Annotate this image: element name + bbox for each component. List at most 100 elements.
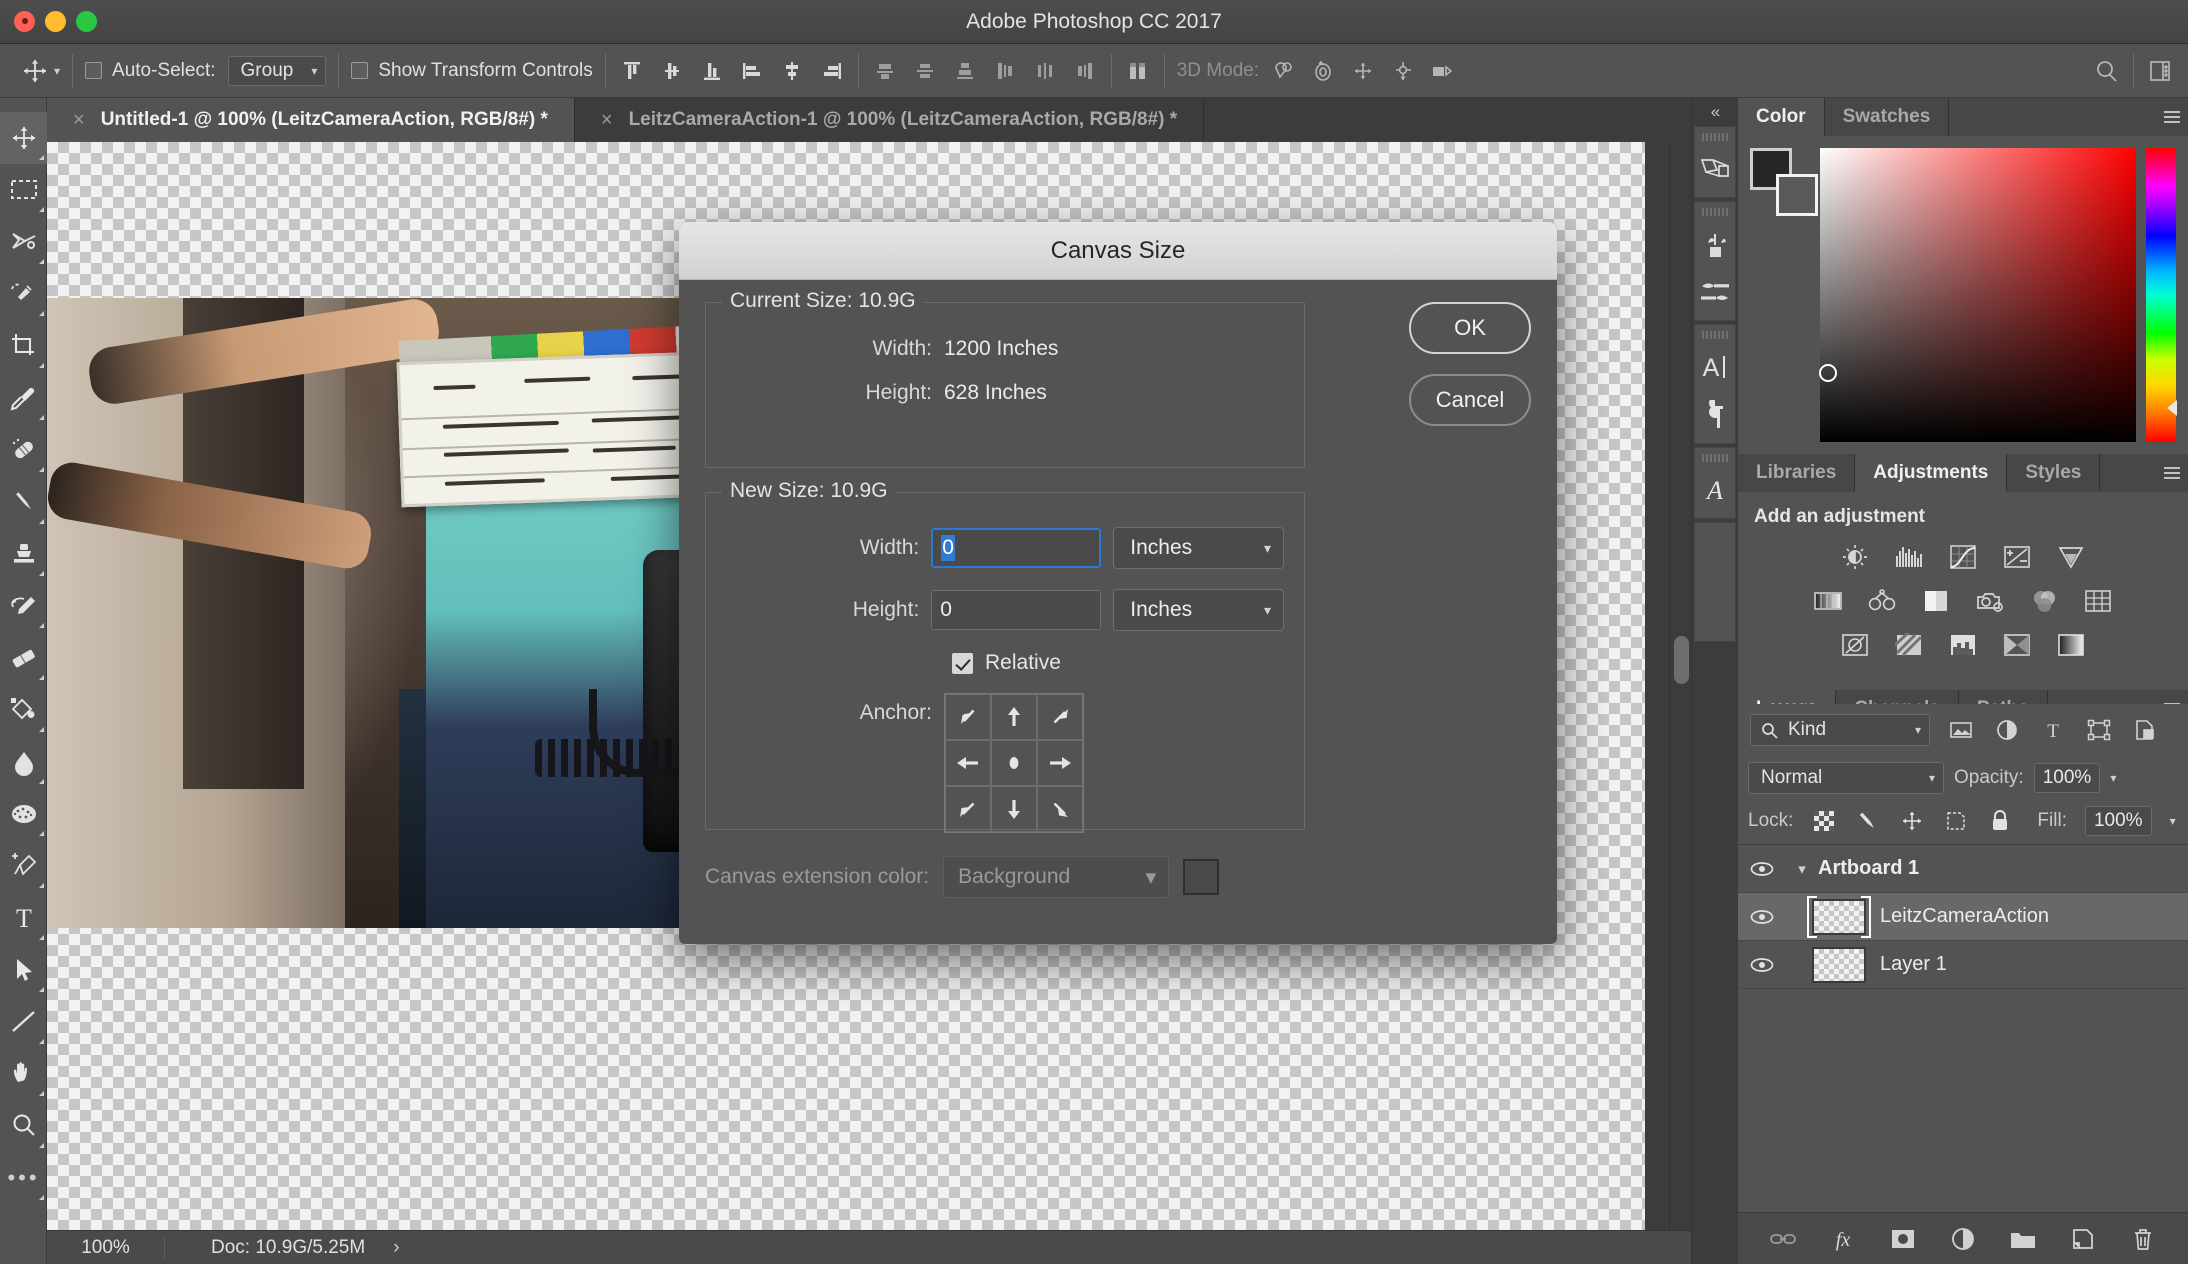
zoom-level[interactable]: 100% (47, 1236, 165, 1259)
lock-artboard-nesting-icon[interactable] (1943, 808, 1969, 834)
curves-icon[interactable] (1946, 542, 1980, 572)
glyphs-panel-icon[interactable]: A (1695, 470, 1735, 510)
delete-layer-icon[interactable] (2128, 1224, 2158, 1254)
drag-handle[interactable] (1702, 454, 1728, 462)
lock-image-pixels-icon[interactable] (1855, 808, 1881, 834)
3d-panel-icon[interactable] (1695, 149, 1735, 189)
tab-color[interactable]: Color (1738, 98, 1825, 136)
close-icon[interactable]: × (73, 109, 85, 132)
auto-select-scope-dropdown[interactable]: Group ▾ (227, 55, 327, 86)
tab-adjustments[interactable]: Adjustments (1855, 454, 2008, 492)
panel-menu-icon[interactable] (2164, 467, 2180, 479)
channel-mixer-icon[interactable] (2027, 586, 2061, 616)
align-bottom-edges-icon[interactable] (698, 57, 726, 85)
distribute-vertical-centers-icon[interactable] (911, 57, 939, 85)
lock-transparent-pixels-icon[interactable] (1811, 808, 1837, 834)
filter-shape-icon[interactable] (2084, 717, 2114, 743)
color-balance-icon[interactable] (1865, 586, 1899, 616)
active-tool-move-icon[interactable] (16, 58, 54, 84)
tool-clone-stamp[interactable] (0, 528, 47, 580)
tool-zoom[interactable] (0, 1100, 47, 1152)
threshold-icon[interactable] (1946, 630, 1980, 660)
tool-quick-selection[interactable] (0, 268, 47, 320)
tab-styles[interactable]: Styles (2007, 454, 2101, 492)
anchor-center-dot-icon[interactable] (991, 740, 1037, 786)
expand-group-chevron-down-icon[interactable]: ▾ (1786, 860, 1818, 878)
close-icon[interactable]: × (601, 109, 613, 132)
arrow-down-left-icon[interactable] (945, 786, 991, 832)
blend-mode-dropdown[interactable]: Normal ▾ (1748, 762, 1944, 794)
photo-filter-icon[interactable] (1973, 586, 2007, 616)
show-transform-controls-checkbox[interactable] (351, 62, 369, 79)
brush-presets-icon[interactable] (1695, 224, 1735, 264)
distribute-left-edges-icon[interactable] (991, 57, 1019, 85)
canvas-extension-color-swatch[interactable] (1183, 859, 1220, 895)
vibrance-icon[interactable] (2054, 542, 2088, 572)
align-vertical-centers-icon[interactable] (658, 57, 686, 85)
opacity-chevron-down-icon[interactable]: ▾ (2110, 771, 2116, 785)
lock-position-icon[interactable] (1899, 808, 1925, 834)
tool-type[interactable]: T (0, 892, 47, 944)
ok-button[interactable]: OK (1409, 302, 1531, 354)
arrow-left-icon[interactable] (945, 740, 991, 786)
document-tab-untitled-1[interactable]: × Untitled-1 @ 100% (LeitzCameraAction, … (47, 98, 575, 142)
tab-libraries[interactable]: Libraries (1738, 454, 1856, 492)
filter-kind-dropdown[interactable]: Kind ▾ (1750, 714, 1930, 746)
canvas-extension-color-dropdown[interactable]: Background ▾ (943, 856, 1170, 898)
scrollbar-thumb[interactable] (1674, 636, 1689, 684)
align-horizontal-centers-icon[interactable] (778, 57, 806, 85)
drag-handle[interactable] (1702, 133, 1728, 141)
invert-icon[interactable] (1838, 630, 1872, 660)
color-picker-ring[interactable] (1819, 364, 1837, 382)
anchor-grid[interactable] (944, 693, 1084, 833)
layer-visibility-eye-icon[interactable] (1738, 861, 1786, 877)
3d-slide-icon[interactable] (1389, 57, 1417, 85)
levels-icon[interactable] (1892, 542, 1926, 572)
tool-spot-healing-brush[interactable] (0, 424, 47, 476)
new-fill-adjustment-icon[interactable] (1948, 1224, 1978, 1254)
panel-menu-icon[interactable] (2164, 111, 2180, 123)
tool-path-selection[interactable] (0, 944, 47, 996)
tool-hand[interactable] (0, 1048, 47, 1100)
arrow-down-icon[interactable] (991, 786, 1037, 832)
distribute-right-edges-icon[interactable] (1071, 57, 1099, 85)
filter-type-icon[interactable]: T (2038, 717, 2068, 743)
3d-scale-icon[interactable] (1429, 57, 1457, 85)
collapse-panels-icon[interactable]: « (1692, 98, 1738, 126)
tool-preset-chevron-down-icon[interactable]: ▾ (54, 64, 60, 78)
arrow-up-left-icon[interactable] (945, 694, 991, 740)
new-layer-icon[interactable] (2068, 1224, 2098, 1254)
layer-style-fx-icon[interactable]: fx (1828, 1224, 1858, 1254)
hue-saturation-icon[interactable] (1811, 586, 1845, 616)
selective-color-icon[interactable] (2054, 630, 2088, 660)
distribute-bottom-edges-icon[interactable] (951, 57, 979, 85)
layer-visibility-eye-icon[interactable] (1738, 909, 1786, 925)
tool-gradient[interactable] (0, 684, 47, 736)
filter-smart-object-icon[interactable] (2130, 717, 2160, 743)
tool-crop[interactable] (0, 320, 47, 372)
arrow-down-right-icon[interactable] (1037, 786, 1083, 832)
black-white-icon[interactable] (1919, 586, 1953, 616)
new-height-input[interactable]: 0 (931, 590, 1102, 630)
tool-pen[interactable] (0, 840, 47, 892)
fill-chevron-down-icon[interactable]: ▾ (2170, 814, 2176, 828)
status-menu-arrow-icon[interactable]: › (393, 1237, 399, 1259)
tool-history-brush[interactable] (0, 580, 47, 632)
tool-brush[interactable] (0, 476, 47, 528)
arrow-up-right-icon[interactable] (1037, 694, 1083, 740)
layer-thumbnail[interactable] (1807, 895, 1871, 938)
auto-align-layers-icon[interactable] (1124, 57, 1152, 85)
canvas-size-dialog[interactable]: Canvas Size OK Cancel Current Size: 10.9… (679, 222, 1557, 944)
arrow-right-icon[interactable] (1037, 740, 1083, 786)
filter-pixel-icon[interactable] (1946, 717, 1976, 743)
tab-swatches[interactable]: Swatches (1824, 98, 1950, 136)
tool-blur[interactable] (0, 736, 47, 788)
document-tab-leitzcameraaction-1[interactable]: × LeitzCameraAction-1 @ 100% (LeitzCamer… (574, 98, 1205, 142)
drag-handle[interactable] (1702, 208, 1728, 216)
exposure-icon[interactable] (2000, 542, 2034, 572)
arrow-up-icon[interactable] (991, 694, 1037, 740)
lock-all-icon[interactable] (1987, 808, 2013, 834)
hue-slider[interactable] (2146, 148, 2177, 442)
3d-roll-icon[interactable] (1309, 57, 1337, 85)
gradient-map-icon[interactable] (2000, 630, 2034, 660)
